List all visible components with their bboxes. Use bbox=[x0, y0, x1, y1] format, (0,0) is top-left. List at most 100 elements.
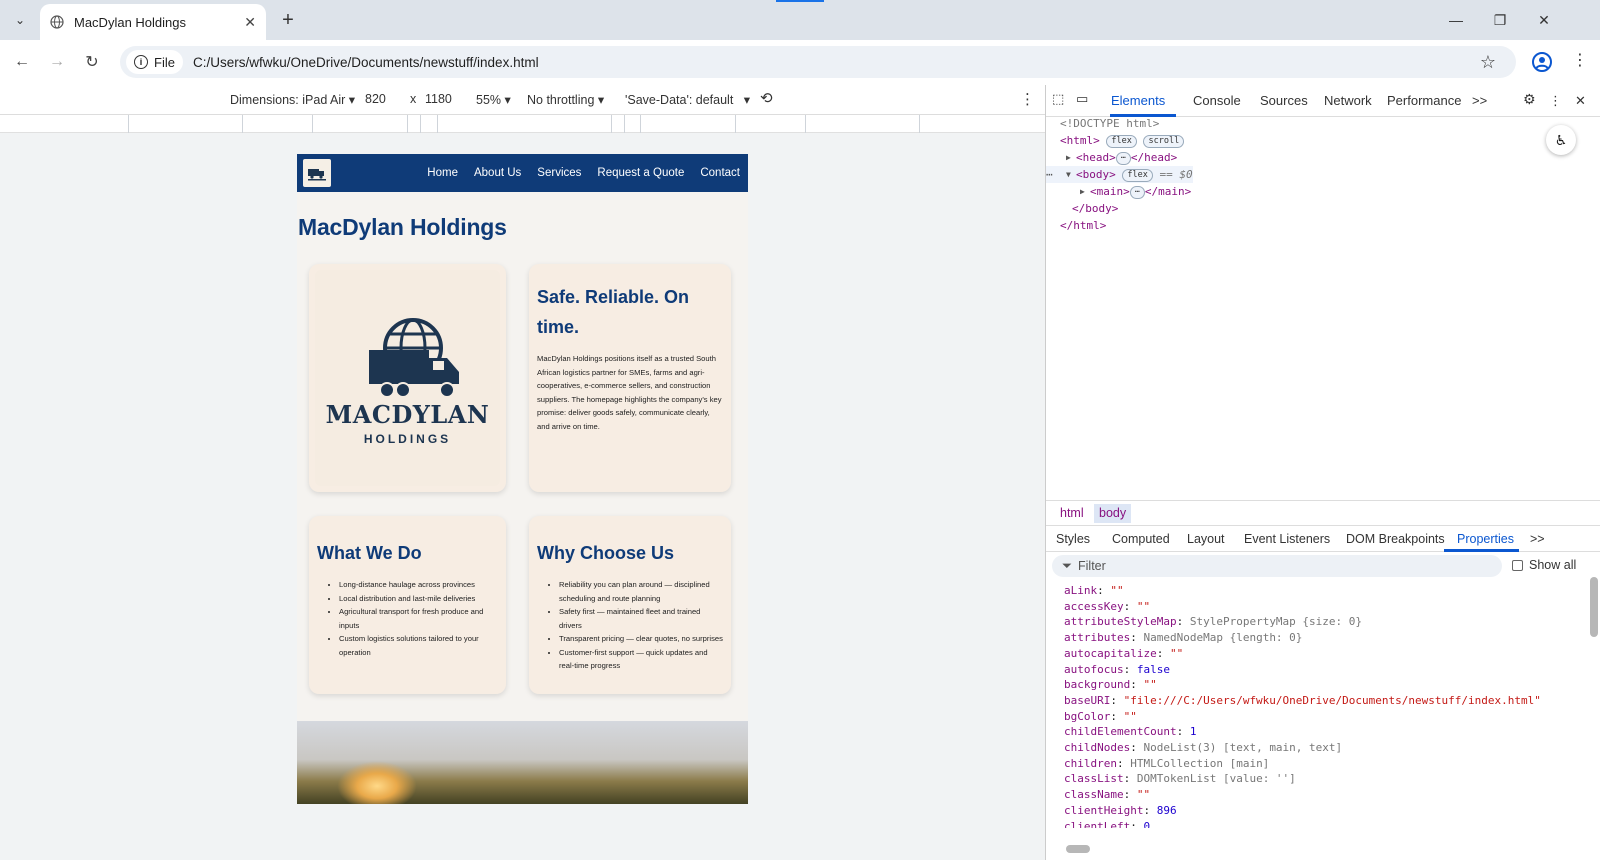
nav-link-contact[interactable]: Contact bbox=[700, 167, 740, 179]
tab-dom-breakpoints[interactable]: DOM Breakpoints bbox=[1346, 532, 1445, 546]
zoom-select[interactable]: 55% ▾ bbox=[476, 92, 511, 107]
flex-badge[interactable]: flex bbox=[1122, 169, 1153, 182]
nav-link-home[interactable]: Home bbox=[427, 167, 458, 179]
property-row[interactable]: ▶children: HTMLCollection [main] bbox=[1060, 756, 1580, 772]
tab-layout[interactable]: Layout bbox=[1187, 532, 1225, 546]
site-nav-links: Home About Us Services Request a Quote C… bbox=[413, 167, 742, 179]
body-tag: <body> bbox=[1076, 168, 1116, 181]
node-actions-icon[interactable]: ⋯ bbox=[1046, 166, 1053, 183]
expand-triangle-icon[interactable]: ▶ bbox=[1080, 183, 1085, 200]
list-item: Local distribution and last-mile deliver… bbox=[339, 592, 498, 606]
tab-properties[interactable]: Properties bbox=[1457, 532, 1514, 546]
tab-performance[interactable]: Performance bbox=[1387, 93, 1461, 108]
device-more-icon[interactable]: ⋮ bbox=[1020, 90, 1035, 108]
site-logo[interactable] bbox=[303, 159, 331, 187]
save-data-label: 'Save-Data': default bbox=[625, 93, 734, 107]
property-key: classList bbox=[1064, 772, 1124, 786]
more-tabs-icon[interactable]: >> bbox=[1472, 93, 1487, 108]
new-tab-button[interactable]: + bbox=[276, 8, 300, 32]
tab-network[interactable]: Network bbox=[1324, 93, 1372, 108]
filter-input[interactable]: ⏷ Filter bbox=[1052, 555, 1502, 577]
zoom-label: 55% bbox=[476, 93, 502, 107]
breadcrumb-body[interactable]: body bbox=[1094, 504, 1132, 523]
site-info-chip[interactable]: i File bbox=[126, 50, 183, 74]
close-tab-icon[interactable]: ✕ bbox=[244, 14, 256, 31]
dom-doctype[interactable]: <!DOCTYPE html> bbox=[1060, 115, 1193, 132]
devtools-close-icon[interactable]: ✕ bbox=[1575, 93, 1586, 109]
why-choose-list: Reliability you can plan around — discip… bbox=[537, 578, 723, 673]
tab-event-listeners[interactable]: Event Listeners bbox=[1244, 532, 1330, 546]
save-data-select[interactable]: 'Save-Data': default ▾ bbox=[625, 92, 750, 107]
site-chip-label: File bbox=[154, 54, 175, 70]
device-toggle-icon[interactable]: ▭ bbox=[1076, 91, 1088, 107]
property-row: className: "" bbox=[1064, 788, 1151, 802]
browser-tab[interactable]: MacDylan Holdings ✕ bbox=[40, 4, 266, 40]
dom-body-node[interactable]: ⋯ ▼ <body> flex == $0 bbox=[1046, 166, 1193, 183]
main-close-tag: </main> bbox=[1144, 185, 1192, 198]
horizontal-scrollbar[interactable] bbox=[1066, 845, 1090, 853]
property-row[interactable]: ▶classList: DOMTokenList [value: ''] bbox=[1060, 771, 1580, 787]
browser-menu-icon[interactable]: ⋮ bbox=[1570, 50, 1590, 70]
profile-icon[interactable] bbox=[1530, 50, 1554, 74]
bookmark-star-icon[interactable]: ☆ bbox=[1480, 52, 1496, 73]
dom-body-close[interactable]: </body> bbox=[1060, 200, 1193, 217]
url-text[interactable]: C:/Users/wfwku/OneDrive/Documents/newstu… bbox=[193, 55, 539, 70]
window-close-icon[interactable]: ✕ bbox=[1522, 6, 1566, 34]
vertical-scrollbar[interactable] bbox=[1590, 577, 1598, 637]
tab-styles[interactable]: Styles bbox=[1056, 532, 1090, 546]
devtools-menu-icon[interactable]: ⋮ bbox=[1549, 93, 1562, 109]
flex-badge[interactable]: flex bbox=[1106, 135, 1137, 148]
minimize-icon[interactable]: — bbox=[1434, 6, 1478, 34]
dom-head-node[interactable]: ▶ <head> ⋯ </head> bbox=[1060, 149, 1193, 166]
tagline-card: Safe. Reliable. On time. MacDylan Holdin… bbox=[529, 264, 731, 492]
forward-icon[interactable]: → bbox=[45, 50, 69, 74]
address-bar[interactable]: i File C:/Users/wfwku/OneDrive/Documents… bbox=[120, 46, 1516, 78]
nav-link-quote[interactable]: Request a Quote bbox=[597, 167, 684, 179]
back-icon[interactable]: ← bbox=[10, 50, 34, 74]
rotate-icon[interactable]: ⟲ bbox=[760, 89, 773, 107]
dom-html-close[interactable]: </html> bbox=[1060, 217, 1193, 234]
property-row[interactable]: ▶attributes: NamedNodeMap {length: 0} bbox=[1060, 630, 1580, 646]
property-value: HTMLCollection [main] bbox=[1130, 756, 1270, 770]
property-row[interactable]: ▶attributeStyleMap: StylePropertyMap {si… bbox=[1060, 614, 1580, 630]
expand-triangle-icon[interactable]: ▶ bbox=[1066, 149, 1071, 166]
nav-link-services[interactable]: Services bbox=[537, 167, 581, 179]
property-value: false bbox=[1136, 662, 1170, 676]
property-value: "" bbox=[1123, 709, 1137, 723]
dom-main-node[interactable]: ▶ <main> ⋯ </main> bbox=[1060, 183, 1193, 200]
ellipsis-badge[interactable]: ⋯ bbox=[1115, 152, 1131, 165]
height-input[interactable]: 1180 bbox=[425, 92, 452, 106]
tab-search-icon[interactable]: ⌄ bbox=[8, 8, 32, 32]
times-sign: x bbox=[410, 92, 417, 106]
restore-icon[interactable]: ❐ bbox=[1478, 6, 1522, 34]
list-item: Agricultural transport for fresh produce… bbox=[339, 605, 498, 632]
property-value: "" bbox=[1110, 584, 1124, 597]
ellipsis-badge[interactable]: ⋯ bbox=[1129, 186, 1145, 199]
collapse-triangle-icon[interactable]: ▼ bbox=[1066, 166, 1071, 183]
property-key: baseURI bbox=[1064, 693, 1111, 707]
tab-elements[interactable]: Elements bbox=[1111, 93, 1165, 108]
checkbox-box[interactable] bbox=[1512, 559, 1523, 571]
property-row: aLink: "" bbox=[1064, 584, 1124, 597]
show-all-checkbox[interactable]: Show all bbox=[1512, 558, 1576, 572]
dimensions-select[interactable]: Dimensions: iPad Air ▾ bbox=[230, 92, 355, 107]
property-value: "" bbox=[1143, 678, 1157, 692]
list-item: Customer-first support — quick updates a… bbox=[559, 646, 723, 673]
throttling-select[interactable]: No throttling ▾ bbox=[527, 92, 604, 107]
inspect-element-icon[interactable]: ⬚ bbox=[1052, 91, 1064, 107]
width-input[interactable]: 820 bbox=[365, 92, 386, 106]
accessibility-icon[interactable]: ♿ bbox=[1546, 125, 1576, 155]
property-row[interactable]: ▶childNodes: NodeList(3) [text, main, te… bbox=[1060, 740, 1580, 756]
filter-row: ⏷ Filter Show all bbox=[1052, 555, 1597, 577]
reload-icon[interactable]: ↻ bbox=[80, 50, 104, 74]
tab-sources[interactable]: Sources bbox=[1260, 93, 1308, 108]
more-panels-icon[interactable]: >> bbox=[1530, 532, 1545, 546]
scroll-badge[interactable]: scroll bbox=[1143, 135, 1185, 148]
logo-card: MACDYLAN HOLDINGS bbox=[309, 264, 506, 492]
nav-link-about[interactable]: About Us bbox=[474, 167, 521, 179]
tab-computed[interactable]: Computed bbox=[1112, 532, 1170, 546]
dom-html-node[interactable]: <html> flex scroll bbox=[1060, 132, 1193, 149]
tab-console[interactable]: Console bbox=[1193, 93, 1241, 108]
breadcrumb-html[interactable]: html bbox=[1060, 506, 1084, 520]
settings-gear-icon[interactable]: ⚙ bbox=[1523, 91, 1536, 108]
